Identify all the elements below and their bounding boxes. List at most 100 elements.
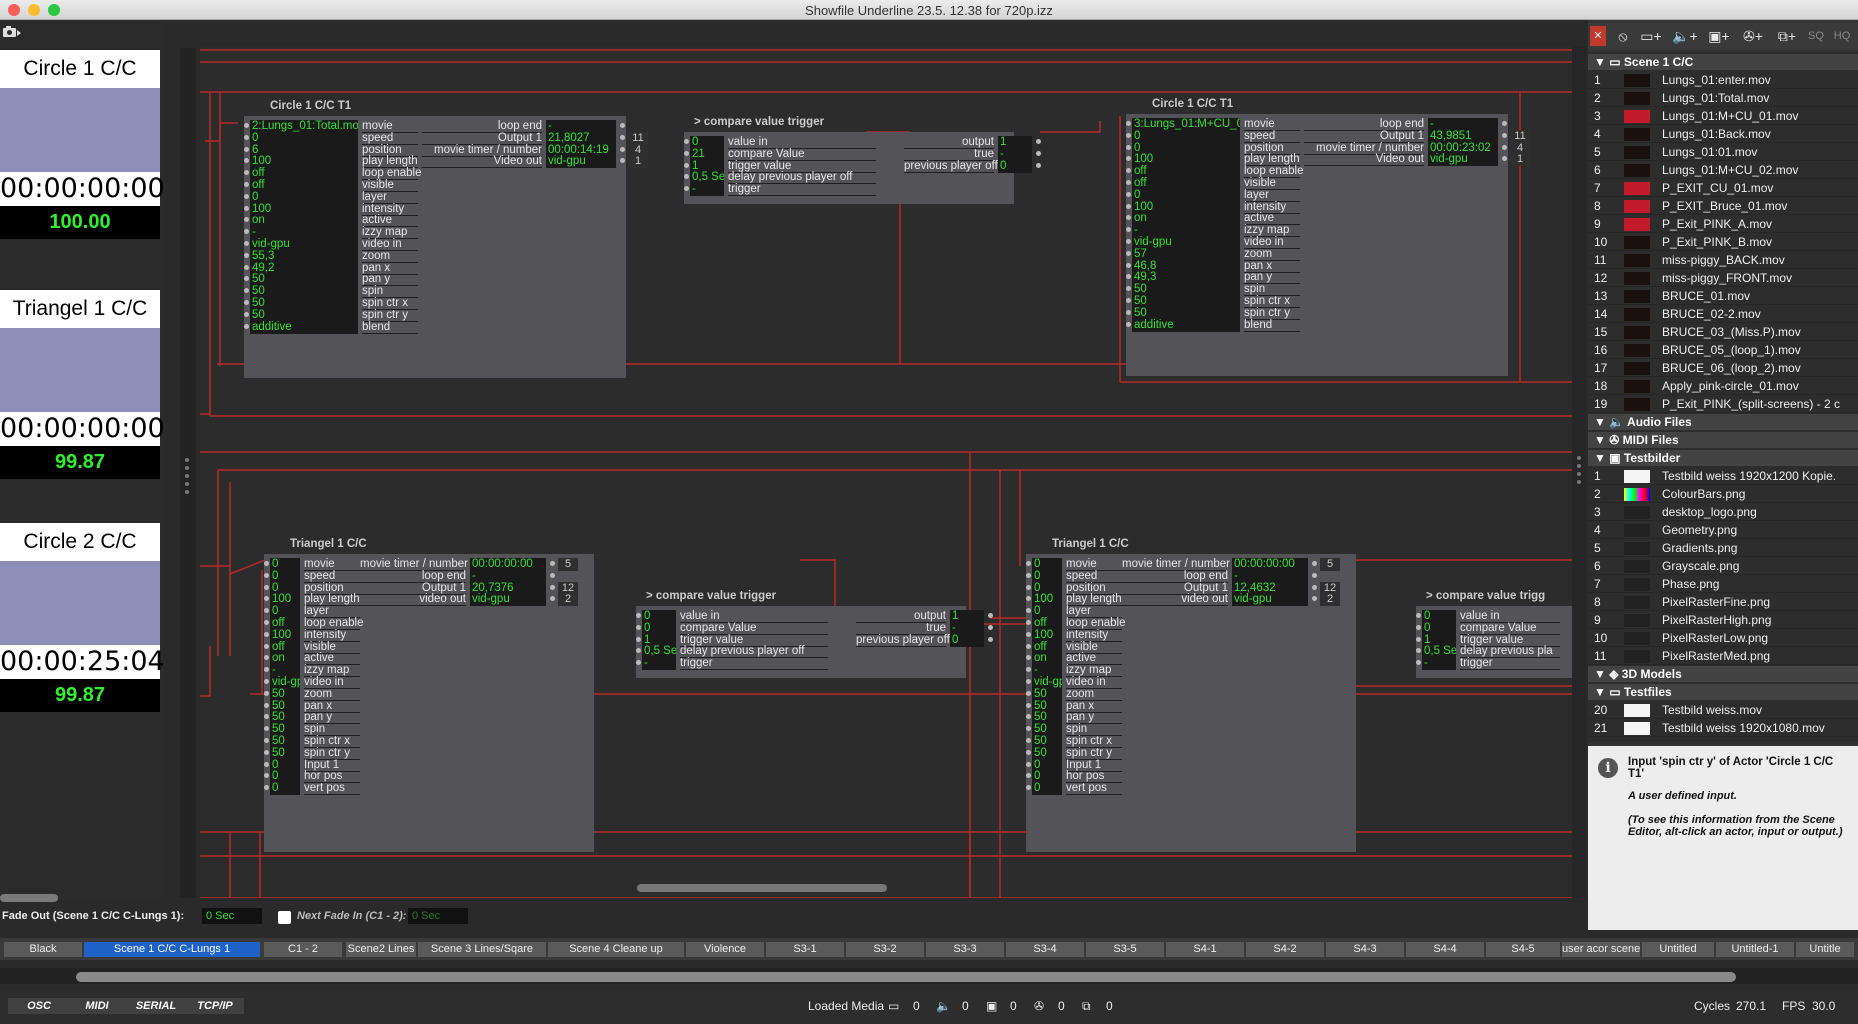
input-port[interactable]	[244, 264, 249, 270]
input-port[interactable]	[1026, 738, 1031, 743]
input-port[interactable]	[244, 158, 249, 164]
scene-tab[interactable]: Scene 4 Cleane up	[548, 942, 684, 957]
bin-item[interactable]: 7 P_EXIT_CU_01.mov	[1588, 180, 1858, 197]
actor-input[interactable]: additive blend	[1126, 318, 1306, 333]
scene-tab[interactable]: S4-5	[1486, 942, 1560, 957]
actor-input[interactable]: - trigger	[684, 183, 882, 197]
bin-group-testfiles[interactable]: ▼ ▭ Testfiles	[1588, 684, 1858, 700]
bin-item[interactable]: 4 Geometry.png	[1588, 522, 1858, 539]
add-picture-icon[interactable]: ▣+	[1704, 26, 1734, 46]
input-port[interactable]	[1126, 321, 1131, 327]
input-port[interactable]	[264, 761, 269, 767]
input-port[interactable]	[636, 613, 641, 618]
input-port[interactable]	[244, 170, 249, 176]
movie-player-actor[interactable]: Triangel 1 C/C 0 movie 0 speed 0 position 100 p…	[1026, 538, 1356, 852]
output-port[interactable]	[1312, 584, 1317, 590]
output-port[interactable]	[550, 572, 555, 578]
camera-icon[interactable]	[2, 24, 22, 38]
disclosure-triangle-icon[interactable]: ▼ ▣	[1594, 451, 1624, 465]
disclosure-triangle-icon[interactable]: ▼ ▭	[1594, 685, 1624, 699]
input-port[interactable]	[1026, 679, 1031, 684]
input-port[interactable]	[1026, 761, 1031, 767]
input-port[interactable]	[244, 217, 249, 223]
bin-item[interactable]: 18 Apply_pink-circle_01.mov	[1588, 378, 1858, 395]
input-port[interactable]	[684, 150, 689, 156]
input-port[interactable]	[264, 749, 269, 755]
stage-preview-3[interactable]: Circle 2 C/C 00:00:25:04 99.87	[0, 523, 165, 712]
input-port[interactable]	[264, 608, 269, 614]
hq-button[interactable]: HQ	[1830, 26, 1854, 46]
input-value[interactable]: additive	[250, 320, 358, 334]
bin-item[interactable]: 11 PixelRasterMed.png	[1588, 648, 1858, 665]
input-port[interactable]	[264, 702, 269, 708]
bin-item[interactable]: 1 Lungs_01:enter.mov	[1588, 72, 1858, 89]
scene-tab[interactable]: C1 - 2	[264, 942, 342, 957]
input-port[interactable]	[244, 146, 249, 152]
bin-item[interactable]: 17 BRUCE_06_(loop_2).mov	[1588, 360, 1858, 377]
bin-group-audio[interactable]: ▼ 🔈 Audio Files	[1588, 414, 1858, 430]
input-port[interactable]	[244, 241, 249, 246]
input-port[interactable]	[1126, 156, 1131, 162]
scene-tab[interactable]: S4-1	[1166, 942, 1244, 957]
add-audio-icon[interactable]: 🔈+	[1670, 26, 1700, 46]
input-port[interactable]	[264, 561, 269, 566]
output-port[interactable]	[1036, 139, 1041, 144]
next-fade-checkbox[interactable]	[278, 911, 291, 924]
bin-item[interactable]: 11 miss-piggy_BACK.mov	[1588, 252, 1858, 269]
actor-input[interactable]: 0 vert pos	[264, 782, 366, 796]
scene-tab[interactable]: Black	[4, 942, 82, 957]
scene-tab[interactable]: S4-3	[1326, 942, 1404, 957]
bin-item[interactable]: 3 desktop_logo.png	[1588, 504, 1858, 521]
bin-item[interactable]: 20 Testbild weiss.mov	[1588, 702, 1858, 719]
bin-group-testbilder[interactable]: ▼ ▣ Testbilder	[1588, 450, 1858, 466]
actor-output[interactable]: Video out vid-gpu 1	[1304, 153, 1534, 167]
bin-item[interactable]: 9 PixelRasterHigh.png	[1588, 612, 1858, 629]
output-port[interactable]	[1502, 121, 1507, 126]
bin-item[interactable]: 7 Phase.png	[1588, 576, 1858, 593]
input-port[interactable]	[244, 288, 249, 294]
tcpip-button[interactable]: TCP/IP	[186, 998, 244, 1014]
input-port[interactable]	[264, 596, 269, 602]
input-port[interactable]	[684, 162, 689, 168]
no-media-icon[interactable]: ⦸	[1608, 26, 1638, 46]
input-port[interactable]	[684, 186, 689, 192]
input-value[interactable]: additive	[1132, 318, 1240, 332]
left-split-divider[interactable]	[180, 48, 196, 898]
output-port[interactable]	[620, 123, 625, 128]
bin-item[interactable]: 5 Gradients.png	[1588, 540, 1858, 557]
stage-scrollbar[interactable]	[0, 894, 58, 902]
actor-input[interactable]: - trigger	[636, 657, 834, 671]
sq-button[interactable]: SQ	[1804, 26, 1828, 46]
input-port[interactable]	[1126, 168, 1131, 174]
input-port[interactable]	[244, 134, 249, 140]
input-port[interactable]	[1026, 667, 1031, 673]
add-movie-icon[interactable]: ▭+	[1636, 26, 1666, 46]
bin-item[interactable]: 4 Lungs_01:Back.mov	[1588, 126, 1858, 143]
input-port[interactable]	[1126, 286, 1131, 292]
movie-player-actor[interactable]: Circle 1 C/C T1 2:Lungs_01:Total.mov movi…	[244, 100, 648, 378]
bin-item[interactable]: 6 Lungs_01:M+CU_02.mov	[1588, 162, 1858, 179]
input-port[interactable]	[1126, 309, 1131, 315]
disclosure-triangle-icon[interactable]: ▼ 🔈	[1594, 415, 1627, 429]
input-port[interactable]	[1126, 144, 1131, 150]
bin-group-midi[interactable]: ▼ ✇ MIDI Files	[1588, 432, 1858, 448]
input-port[interactable]	[1126, 250, 1131, 256]
input-port[interactable]	[1416, 648, 1421, 654]
output-port[interactable]	[1502, 132, 1507, 138]
input-port[interactable]	[684, 139, 689, 144]
scene-editor[interactable]: Circle 1 C/C T1 2:Lungs_01:Total.mov movi…	[200, 46, 1572, 898]
output-port[interactable]	[988, 624, 993, 630]
bin-item[interactable]: 5 Lungs_01:01.mov	[1588, 144, 1858, 161]
input-port[interactable]	[264, 773, 269, 779]
fade-out-field[interactable]: 0 Sec	[202, 908, 262, 924]
scene-tab[interactable]: Scene 3 Lines/Sqare	[418, 942, 546, 957]
input-port[interactable]	[264, 738, 269, 743]
scene-tab[interactable]: S3-1	[766, 942, 844, 957]
output-port[interactable]	[1036, 162, 1041, 168]
input-port[interactable]	[1126, 298, 1131, 303]
input-value[interactable]: 0	[1032, 782, 1062, 796]
input-port[interactable]	[1126, 191, 1131, 197]
input-port[interactable]	[264, 631, 269, 637]
input-port[interactable]	[244, 300, 249, 305]
scene-tab[interactable]: Untitle	[1796, 942, 1854, 957]
